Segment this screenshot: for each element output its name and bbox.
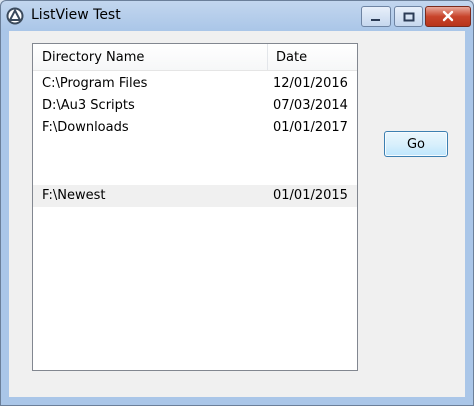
table-row-empty[interactable] [33, 139, 357, 161]
go-button[interactable]: Go [384, 131, 448, 157]
minimize-icon [370, 7, 382, 26]
autoit-icon[interactable] [6, 7, 24, 25]
client-area: Directory Name Date C:\Program Files 12/… [9, 31, 465, 397]
directory-name-cell: D:\Au3 Scripts [42, 98, 135, 113]
maximize-button[interactable] [394, 6, 423, 27]
date-cell: 01/01/2017 [273, 120, 348, 135]
close-icon [442, 7, 454, 26]
table-row[interactable]: D:\Au3 Scripts 07/03/2014 [33, 95, 357, 117]
date-cell: 01/01/2015 [273, 188, 348, 203]
main-window: ListView Test Directory Name Date C:\Pro… [0, 0, 474, 406]
table-row[interactable]: F:\Downloads 01/01/2017 [33, 117, 357, 139]
directory-name-cell: F:\Downloads [42, 120, 129, 135]
listview-header: Directory Name Date [33, 44, 357, 71]
directory-name-cell: F:\Newest [42, 188, 106, 203]
table-row[interactable]: C:\Program Files 12/01/2016 [33, 73, 357, 95]
directory-listview[interactable]: Directory Name Date C:\Program Files 12/… [32, 43, 358, 371]
column-header-directory-name[interactable]: Directory Name [42, 50, 144, 65]
table-row-empty[interactable] [33, 161, 357, 183]
minimize-button[interactable] [361, 6, 391, 27]
close-button[interactable] [425, 6, 471, 27]
date-cell: 07/03/2014 [273, 98, 348, 113]
title-bar[interactable]: ListView Test [1, 1, 473, 31]
date-cell: 12/01/2016 [273, 76, 348, 91]
directory-name-cell: C:\Program Files [42, 76, 148, 91]
maximize-icon [403, 7, 415, 26]
column-divider[interactable] [267, 44, 268, 70]
table-row-selected[interactable]: F:\Newest 01/01/2015 [33, 185, 357, 207]
window-title: ListView Test [31, 7, 121, 23]
column-header-date[interactable]: Date [276, 50, 307, 65]
